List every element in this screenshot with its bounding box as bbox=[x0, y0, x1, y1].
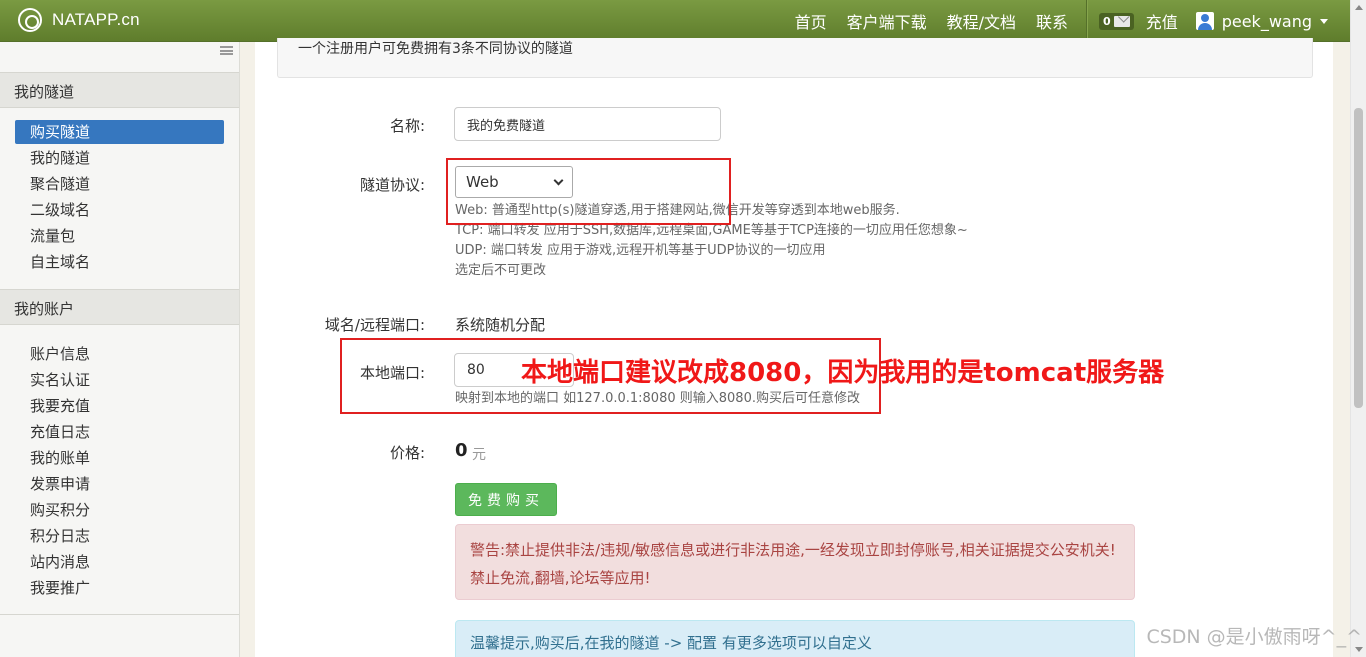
sidebar-section-account: 我的账户 bbox=[0, 289, 239, 325]
nav-right: 首页 客户端下载 教程/文档 联系 0 充值 peek_wang bbox=[775, 0, 1328, 42]
protocol-help-note: 选定后不可更改 bbox=[455, 263, 547, 278]
sidebar-section-tunnels: 我的隧道 bbox=[0, 72, 239, 108]
scroll-thumb[interactable] bbox=[1354, 108, 1363, 408]
menu-toggle-icon[interactable] bbox=[220, 46, 233, 55]
nav-link-home[interactable]: 首页 bbox=[795, 9, 827, 33]
sidebar-item-buy-points[interactable]: 购买积分 bbox=[15, 498, 224, 522]
domain-port-label: 域名/远程端口: bbox=[324, 316, 425, 334]
nav-link-contact[interactable]: 联系 bbox=[1036, 9, 1068, 33]
sidebar-item-my-tunnels[interactable]: 我的隧道 bbox=[15, 146, 224, 170]
sidebar-item-invoice[interactable]: 发票申请 bbox=[15, 472, 224, 496]
sidebar-item-points-log[interactable]: 积分日志 bbox=[15, 524, 224, 548]
sidebar-item-messages[interactable]: 站内消息 bbox=[15, 550, 224, 574]
nav-link-download[interactable]: 客户端下载 bbox=[847, 9, 927, 33]
top-navbar: NATAPP.cn 首页 客户端下载 教程/文档 联系 0 充值 peek_wa… bbox=[0, 0, 1350, 42]
mail-icon bbox=[1113, 15, 1130, 27]
sidebar-item-aggregate-tunnels[interactable]: 聚合隧道 bbox=[15, 172, 224, 196]
domain-port-value: 系统随机分配 bbox=[455, 316, 546, 334]
sidebar-item-verification[interactable]: 实名认证 bbox=[15, 368, 224, 392]
messages-button[interactable]: 0 bbox=[1099, 12, 1134, 30]
brand-name: NATAPP.cn bbox=[52, 10, 140, 29]
sidebar-item-my-bills[interactable]: 我的账单 bbox=[15, 446, 224, 470]
sidebar-item-recharge[interactable]: 我要充值 bbox=[15, 394, 224, 418]
protocol-label: 隧道协议: bbox=[359, 176, 425, 194]
nav-link-recharge[interactable]: 充值 bbox=[1146, 9, 1178, 33]
sidebar-item-referral[interactable]: 我要推广 bbox=[15, 576, 224, 600]
sidebar-item-traffic-pack[interactable]: 流量包 bbox=[15, 224, 224, 248]
price-label: 价格: bbox=[389, 444, 425, 462]
watermark: CSDN @是小傲雨呀^_^ bbox=[1146, 626, 1362, 648]
info-text: 一个注册用户可免费拥有3条不同协议的隧道 bbox=[298, 41, 573, 57]
free-buy-button[interactable]: 免费购买 bbox=[455, 483, 557, 516]
main-content: 一个注册用户可免费拥有3条不同协议的隧道 名称: 我的免费隧道 隧道协议: We… bbox=[255, 38, 1333, 657]
scroll-up-icon[interactable] bbox=[1355, 5, 1363, 10]
price-unit: 元 bbox=[472, 447, 486, 463]
name-label: 名称: bbox=[389, 117, 425, 135]
sidebar: 我的隧道 购买隧道 我的隧道 聚合隧道 二级域名 流量包 自主域名 我的账户 账… bbox=[0, 42, 240, 657]
sidebar-item-account-info[interactable]: 账户信息 bbox=[15, 342, 224, 366]
tunnel-name-input[interactable]: 我的免费隧道 bbox=[454, 107, 721, 141]
warning-alert: 警告:禁止提供非法/违规/敏感信息或进行非法用途,一经发现立即封停账号,相关证据… bbox=[455, 524, 1135, 600]
tip-alert: 温馨提示,购买后,在我的隧道 -> 配置 有更多选项可以自定义 bbox=[455, 620, 1135, 657]
nav-divider bbox=[1086, 0, 1088, 42]
protocol-help-udp: UDP: 端口转发 应用于游戏,远程开机等基于UDP协议的一切应用 bbox=[455, 243, 826, 258]
annotation-text: 本地端口建议改成8080，因为我用的是tomcat服务器 bbox=[521, 358, 1165, 388]
chevron-down-icon[interactable] bbox=[1320, 18, 1328, 24]
info-box: 一个注册用户可免费拥有3条不同协议的隧道 bbox=[277, 38, 1313, 78]
sidebar-divider bbox=[0, 614, 239, 615]
sidebar-item-buy-tunnel[interactable]: 购买隧道 bbox=[15, 120, 224, 144]
user-icon bbox=[1195, 12, 1214, 30]
sidebar-item-recharge-log[interactable]: 充值日志 bbox=[15, 420, 224, 444]
nav-link-docs[interactable]: 教程/文档 bbox=[947, 9, 1016, 33]
sidebar-item-subdomain[interactable]: 二级域名 bbox=[15, 198, 224, 222]
message-count-badge: 0 bbox=[1103, 14, 1111, 28]
sidebar-item-custom-domain[interactable]: 自主域名 bbox=[15, 250, 224, 274]
brand[interactable]: NATAPP.cn bbox=[18, 8, 140, 32]
natapp-logo-icon bbox=[18, 8, 42, 32]
annotation-box-protocol bbox=[446, 158, 731, 225]
user-menu[interactable]: peek_wang bbox=[1222, 12, 1312, 31]
price-value: 0 bbox=[455, 440, 468, 461]
vertical-scrollbar[interactable] bbox=[1350, 0, 1366, 657]
